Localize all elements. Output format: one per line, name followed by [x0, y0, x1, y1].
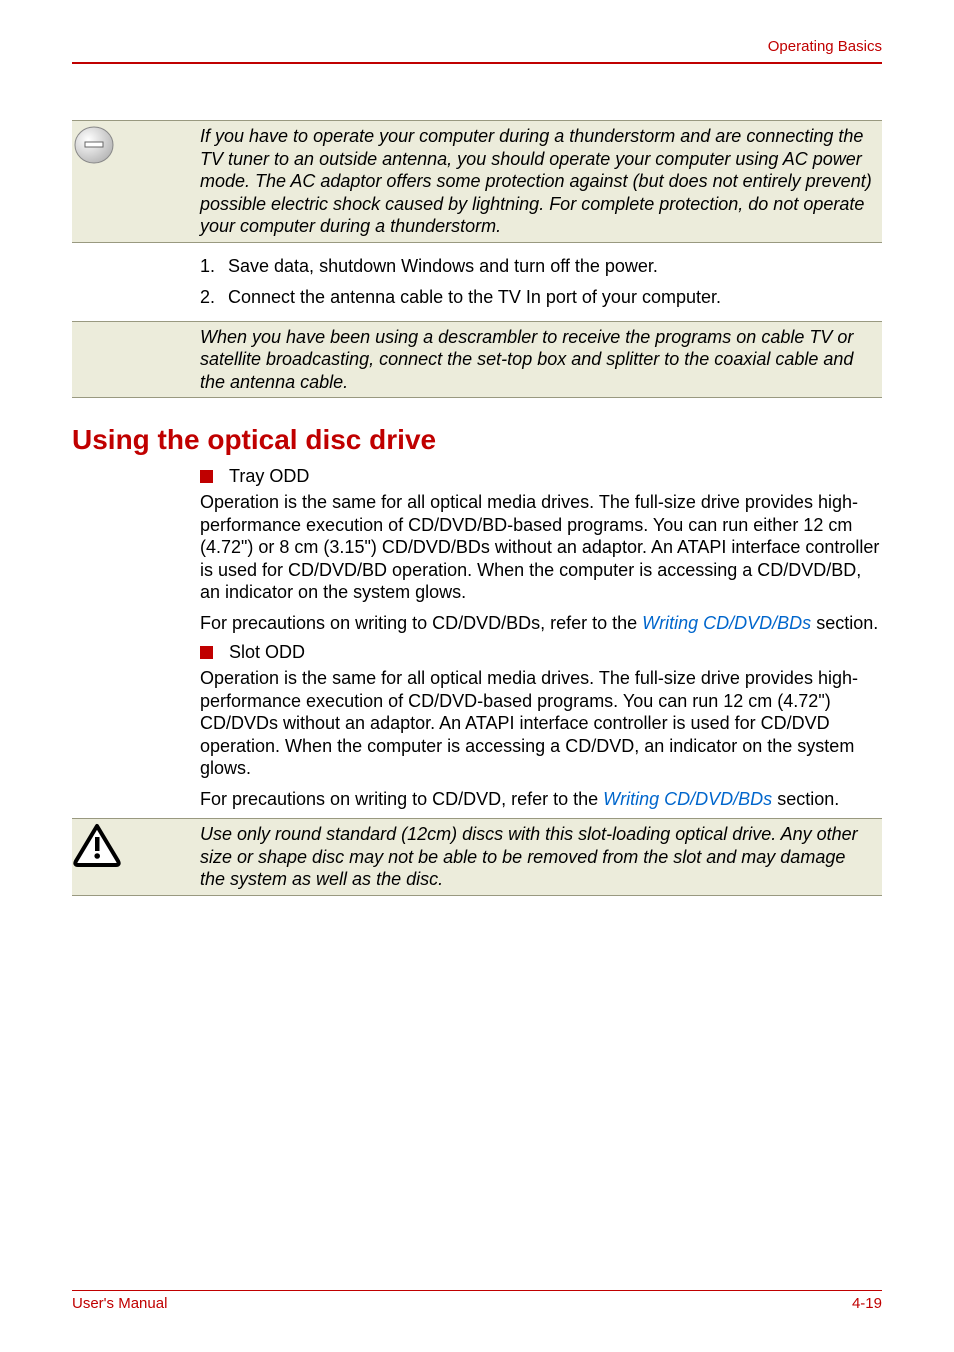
- numbered-list: 1. Save data, shutdown Windows and turn …: [200, 253, 882, 311]
- paragraph: Operation is the same for all optical me…: [200, 491, 882, 604]
- bullet-icon: [200, 646, 213, 659]
- paragraph: Operation is the same for all optical me…: [200, 667, 882, 780]
- list-item: 2. Connect the antenna cable to the TV I…: [200, 284, 882, 311]
- bullet-label: Slot ODD: [229, 642, 305, 663]
- note-icon: [72, 125, 120, 165]
- footer-right: 4-19: [852, 1295, 882, 1312]
- note-box-thunderstorm: If you have to operate your computer dur…: [72, 120, 882, 243]
- bullet-tray: Tray ODD: [200, 466, 882, 487]
- paragraph: For precautions on writing to CD/DVD, re…: [200, 788, 882, 811]
- header-section-name: Operating Basics: [768, 38, 882, 55]
- note-text: When you have been using a descrambler t…: [200, 326, 872, 394]
- text-pre: For precautions on writing to CD/DVD/BDs…: [200, 613, 642, 633]
- text-post: section.: [811, 613, 878, 633]
- caution-icon-col: [72, 823, 200, 867]
- footer-rule: [72, 1290, 882, 1291]
- list-text: Save data, shutdown Windows and turn off…: [228, 253, 658, 280]
- link-writing-cddvdbds[interactable]: Writing CD/DVD/BDs: [642, 613, 811, 633]
- footer-left: User's Manual: [72, 1295, 167, 1312]
- header-rule: [72, 62, 882, 64]
- list-number: 1.: [200, 253, 228, 280]
- caution-box: Use only round standard (12cm) discs wit…: [72, 818, 882, 896]
- note-text: If you have to operate your computer dur…: [200, 125, 872, 238]
- text-post: section.: [772, 789, 839, 809]
- caution-text: Use only round standard (12cm) discs wit…: [200, 823, 872, 891]
- list-item: 1. Save data, shutdown Windows and turn …: [200, 253, 882, 280]
- bullet-slot: Slot ODD: [200, 642, 882, 663]
- caution-icon: [72, 823, 122, 867]
- note-icon-col: [72, 125, 200, 165]
- link-writing-cddvdbds[interactable]: Writing CD/DVD/BDs: [603, 789, 772, 809]
- page-header: Operating Basics: [72, 30, 882, 74]
- bullet-label: Tray ODD: [229, 466, 309, 487]
- list-text: Connect the antenna cable to the TV In p…: [228, 284, 721, 311]
- bullet-icon: [200, 470, 213, 483]
- page-footer: User's Manual 4-19: [72, 1290, 882, 1312]
- paragraph: For precautions on writing to CD/DVD/BDs…: [200, 612, 882, 635]
- text-pre: For precautions on writing to CD/DVD, re…: [200, 789, 603, 809]
- list-number: 2.: [200, 284, 228, 311]
- section-heading: Using the optical disc drive: [72, 424, 882, 456]
- note-box-descrambler: When you have been using a descrambler t…: [72, 321, 882, 399]
